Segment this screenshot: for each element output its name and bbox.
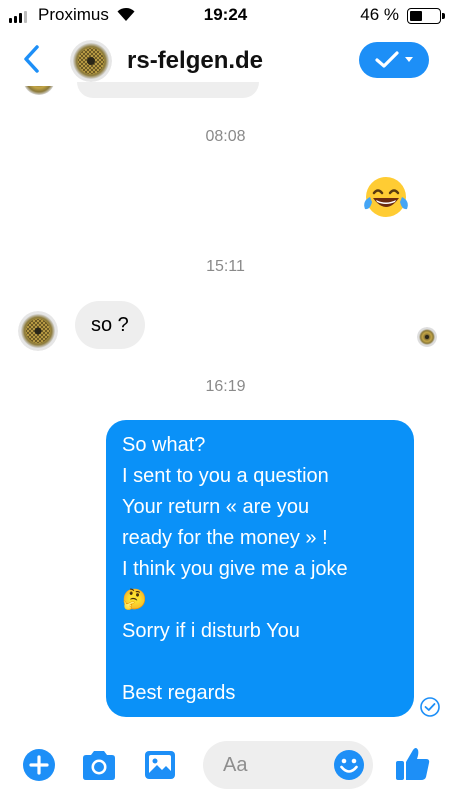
message-line: Best regards bbox=[122, 682, 236, 704]
message-composer bbox=[0, 732, 451, 800]
message-line: I think you give me a joke bbox=[122, 558, 348, 580]
timestamp: 15:11 bbox=[206, 258, 245, 275]
status-bar: Proximus 19:24 46 % bbox=[0, 0, 451, 30]
contact-avatar[interactable] bbox=[70, 40, 112, 82]
thinking-emoji: 🤔 bbox=[122, 589, 147, 611]
battery-percent: 46 % bbox=[360, 5, 399, 24]
image-icon[interactable] bbox=[142, 748, 178, 782]
message-line bbox=[122, 647, 398, 678]
message-list[interactable]: 08:08 15:11 so ? 16:19 So what? I sent t… bbox=[0, 82, 451, 732]
timestamp: 16:19 bbox=[205, 378, 246, 395]
emoji-icon[interactable] bbox=[333, 749, 365, 781]
chevron-down-icon bbox=[405, 57, 413, 62]
plus-icon[interactable] bbox=[22, 748, 56, 782]
check-dropdown-button[interactable] bbox=[359, 42, 429, 78]
contact-name[interactable]: rs-felgen.de bbox=[127, 47, 263, 75]
read-receipt-avatar bbox=[417, 327, 437, 347]
message-line: ready for the money » ! bbox=[122, 527, 328, 549]
check-icon bbox=[375, 51, 399, 68]
previous-message-bubble[interactable] bbox=[77, 82, 259, 98]
message-input[interactable] bbox=[223, 741, 323, 789]
delivered-check-icon bbox=[420, 697, 440, 717]
laughing-tears-emoji-icon bbox=[364, 177, 408, 217]
battery-icon bbox=[407, 8, 445, 24]
message-line: Your return « are you bbox=[122, 496, 310, 518]
message-input-pill[interactable] bbox=[203, 741, 373, 789]
thumbs-up-icon[interactable] bbox=[393, 744, 433, 784]
outgoing-message-bubble[interactable]: So what? I sent to you a question Your r… bbox=[106, 420, 414, 717]
contact-avatar[interactable] bbox=[18, 311, 58, 351]
chevron-left-icon[interactable] bbox=[22, 44, 42, 74]
message-line: So what? bbox=[122, 434, 206, 456]
message-line: Sorry if i disturb You bbox=[122, 620, 300, 642]
message-line: I sent to you a question bbox=[122, 465, 329, 487]
incoming-message-bubble[interactable]: so ? bbox=[75, 301, 145, 349]
battery-level bbox=[410, 11, 422, 21]
camera-icon[interactable] bbox=[80, 748, 118, 782]
outgoing-emoji-message[interactable] bbox=[361, 174, 411, 225]
timestamp: 08:08 bbox=[205, 128, 246, 145]
contact-avatar-small bbox=[22, 86, 56, 96]
